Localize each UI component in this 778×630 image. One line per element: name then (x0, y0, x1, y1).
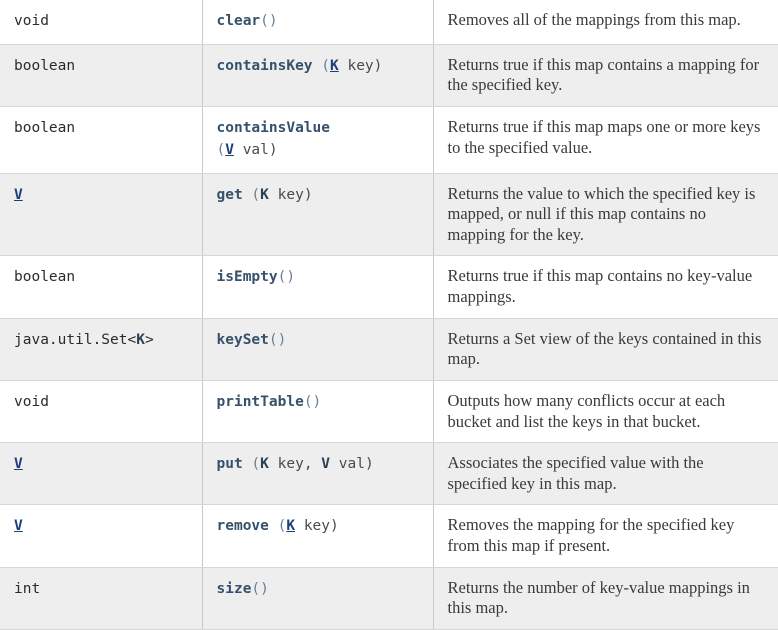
params-mid: key, (269, 456, 321, 472)
method-signature-cell: size() (202, 567, 433, 629)
description-text: Returns the number of key-value mappings… (434, 568, 778, 629)
return-type-cell: int (0, 567, 202, 629)
return-type-cell: boolean (0, 256, 202, 318)
return-type-link[interactable]: V (14, 518, 23, 534)
generic-type-link[interactable]: V (225, 142, 234, 158)
method-name[interactable]: containsValue (217, 120, 331, 136)
table-row: boolean containsKey (K key) Returns true… (0, 44, 778, 106)
description-cell: Returns true if this map contains no key… (433, 256, 778, 318)
method-signature-cell: printTable() (202, 380, 433, 442)
method-name[interactable]: remove (217, 518, 269, 534)
generic-type-text: K (136, 332, 145, 348)
method-signature-cell: remove (K key) (202, 505, 433, 567)
description-text: Returns true if this map contains a mapp… (434, 45, 778, 106)
description-text: Returns the value to which the specified… (434, 174, 778, 256)
table-row: void clear() Removes all of the mappings… (0, 0, 778, 44)
table-row: boolean containsValue (V val) Returns tru… (0, 107, 778, 174)
table-row: java.util.Set<K> keySet() Returns a Set … (0, 318, 778, 380)
return-type-cell: boolean (0, 107, 202, 174)
method-name[interactable]: size (217, 581, 252, 597)
return-type-text: boolean (14, 120, 75, 136)
return-type-link[interactable]: V (14, 456, 23, 472)
description-text: Removes the mapping for the specified ke… (434, 505, 778, 566)
description-cell: Returns a Set view of the keys contained… (433, 318, 778, 380)
method-params: () (304, 394, 321, 410)
method-name[interactable]: clear (217, 13, 261, 29)
description-text: Outputs how many conflicts occur at each… (434, 381, 778, 442)
method-name[interactable]: isEmpty (217, 269, 278, 285)
params-tail: key) (339, 58, 383, 74)
method-name[interactable]: printTable (217, 394, 304, 410)
generic-type-text-2: V (321, 456, 330, 472)
table-row: V remove (K key) Removes the mapping for… (0, 505, 778, 567)
method-params: () (251, 581, 268, 597)
table-row: V put (K key, V val) Associates the spec… (0, 443, 778, 505)
return-type-cell: boolean (0, 44, 202, 106)
generic-type-text: K (260, 456, 269, 472)
description-text: Removes all of the mappings from this ma… (434, 0, 778, 41)
description-cell: Removes the mapping for the specified ke… (433, 505, 778, 567)
description-cell: Returns the number of key-value mappings… (433, 567, 778, 629)
generic-type-link[interactable]: K (330, 58, 339, 74)
params-open: ( (217, 142, 226, 158)
params-tail: key) (269, 187, 313, 203)
return-type-text: void (14, 13, 49, 29)
description-cell: Returns true if this map maps one or mor… (433, 107, 778, 174)
return-type-cell: V (0, 173, 202, 256)
params-open: ( (243, 456, 260, 472)
return-type-cell: V (0, 505, 202, 567)
method-signature-cell: get (K key) (202, 173, 433, 256)
description-text: Returns a Set view of the keys contained… (434, 319, 778, 380)
return-type-prefix: java.util.Set< (14, 332, 136, 348)
description-cell: Associates the specified value with the … (433, 443, 778, 505)
method-name[interactable]: put (217, 456, 243, 472)
return-type-text: int (14, 581, 40, 597)
description-text: Returns true if this map contains no key… (434, 256, 778, 317)
method-signature-cell: isEmpty() (202, 256, 433, 318)
method-signature-cell: containsKey (K key) (202, 44, 433, 106)
method-signature-cell: put (K key, V val) (202, 443, 433, 505)
return-type-text: void (14, 394, 49, 410)
params-open: ( (313, 58, 330, 74)
description-cell: Outputs how many conflicts occur at each… (433, 380, 778, 442)
table-body: void clear() Removes all of the mappings… (0, 0, 778, 629)
params-tail: val) (330, 456, 374, 472)
description-text: Associates the specified value with the … (434, 443, 778, 504)
return-type-suffix: > (145, 332, 154, 348)
method-signature-cell: containsValue (V val) (202, 107, 433, 174)
return-type-cell: V (0, 443, 202, 505)
return-type-cell: void (0, 0, 202, 44)
return-type-cell: void (0, 380, 202, 442)
method-params: () (269, 332, 286, 348)
method-params: () (278, 269, 295, 285)
params-open: ( (269, 518, 286, 534)
return-type-link[interactable]: V (14, 187, 23, 203)
table-row: void printTable() Outputs how many confl… (0, 380, 778, 442)
method-summary-table: void clear() Removes all of the mappings… (0, 0, 778, 630)
method-name[interactable]: containsKey (217, 58, 313, 74)
method-name[interactable]: keySet (217, 332, 269, 348)
generic-type-link[interactable]: K (286, 518, 295, 534)
params-tail: val) (234, 142, 278, 158)
return-type-text: boolean (14, 269, 75, 285)
return-type-text: boolean (14, 58, 75, 74)
description-cell: Returns true if this map contains a mapp… (433, 44, 778, 106)
description-cell: Removes all of the mappings from this ma… (433, 0, 778, 44)
description-text: Returns true if this map maps one or mor… (434, 107, 778, 168)
method-params: () (260, 13, 277, 29)
table-row: int size() Returns the number of key-val… (0, 567, 778, 629)
method-name[interactable]: get (217, 187, 243, 203)
generic-type-text: K (260, 187, 269, 203)
table-row: V get (K key) Returns the value to which… (0, 173, 778, 256)
table-row: boolean isEmpty() Returns true if this m… (0, 256, 778, 318)
method-signature-cell: keySet() (202, 318, 433, 380)
description-cell: Returns the value to which the specified… (433, 173, 778, 256)
params-tail: key) (295, 518, 339, 534)
method-signature-cell: clear() (202, 0, 433, 44)
params-open: ( (243, 187, 260, 203)
return-type-cell: java.util.Set<K> (0, 318, 202, 380)
